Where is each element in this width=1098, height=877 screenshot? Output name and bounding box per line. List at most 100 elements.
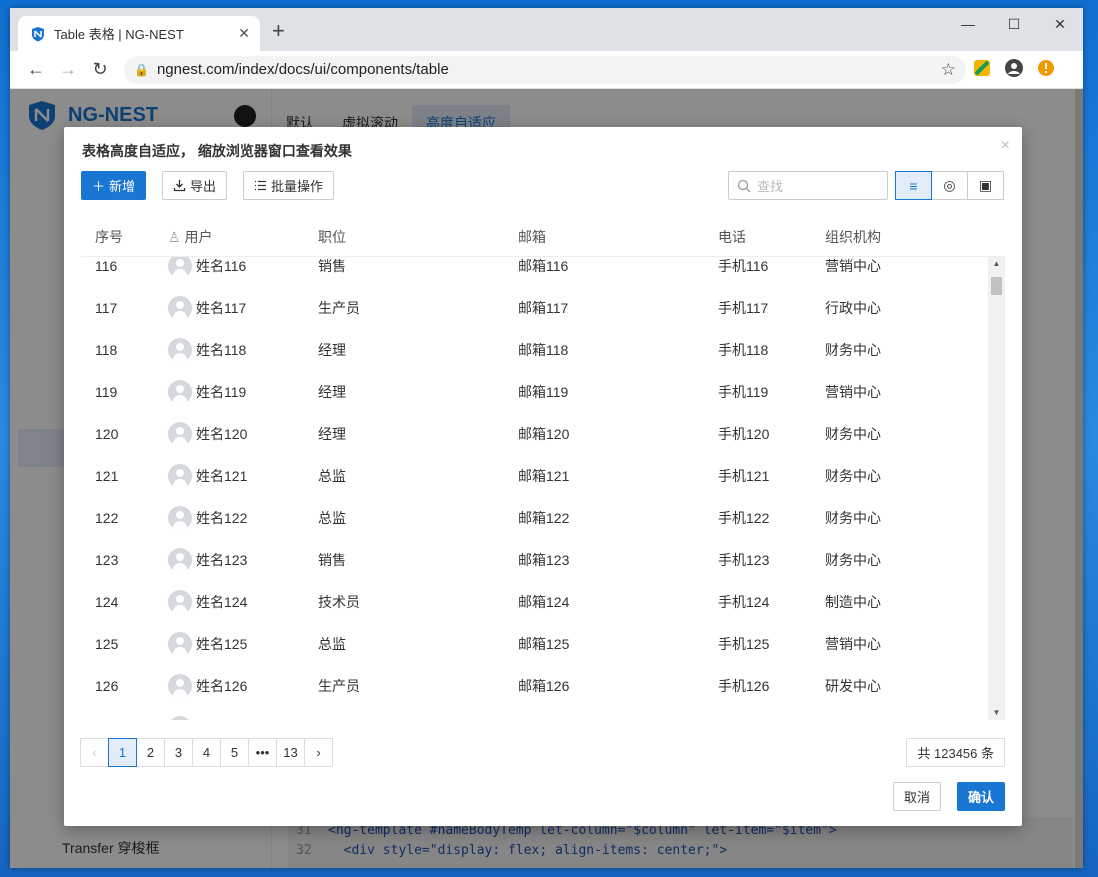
cell-organization: 财务中心: [825, 468, 881, 484]
user-name: 姓名121: [196, 468, 248, 484]
user-name: 姓名123: [196, 552, 248, 568]
cell-user: 姓名123: [168, 548, 318, 572]
cell-organization: 行政中心: [825, 300, 881, 316]
cell-phone: 手机125: [718, 636, 770, 652]
table-body[interactable]: 116 姓名116 销售 邮箱116 手机116 营销中心 117 姓名117 生产员 邮箱117…: [81, 257, 1005, 720]
table-row[interactable]: 120 姓名120 经理 邮箱120 手机120 财务中心: [81, 413, 988, 455]
scroll-thumb[interactable]: [991, 277, 1002, 295]
column-header-user-label: 用户: [184, 228, 213, 245]
user-name: 姓名118: [196, 342, 247, 358]
column-header-index[interactable]: 序号: [81, 227, 168, 247]
page-button[interactable]: 5: [220, 738, 249, 767]
cell-user: 姓名119: [168, 380, 318, 404]
cell-email: 邮箱120: [518, 426, 570, 442]
table-row[interactable]: 119 姓名119 经理 邮箱119 手机119 营销中心: [81, 371, 988, 413]
avatar-icon: [168, 296, 192, 320]
cell-user: 姓名127: [168, 716, 318, 720]
lock-icon: 🔒: [134, 62, 149, 77]
table-row[interactable]: 124 姓名124 技术员 邮箱124 手机124 制造中心: [81, 581, 988, 623]
confirm-button[interactable]: 确认: [956, 782, 1005, 811]
back-icon[interactable]: ←: [20, 59, 52, 80]
forward-icon[interactable]: →: [52, 59, 84, 80]
export-button[interactable]: 导出: [162, 171, 228, 200]
table-row[interactable]: 118 姓名118 经理 邮箱118 手机118 财务中心: [81, 329, 988, 371]
cell-index: 119: [95, 384, 118, 400]
minimize-button[interactable]: —: [945, 14, 991, 34]
table-row[interactable]: 127姓名127销售邮箱127手机127制造中心: [81, 707, 988, 720]
list-view-icon[interactable]: ≡: [895, 171, 932, 200]
table-scrollbar[interactable]: ▲ ▼: [988, 257, 1005, 720]
user-name: 姓名122: [196, 510, 248, 526]
close-window-button[interactable]: ✕: [1037, 14, 1083, 34]
avatar-icon: [168, 632, 192, 656]
cell-index: 118: [95, 342, 118, 358]
table-row[interactable]: 117 姓名117 生产员 邮箱117 手机117 行政中心: [81, 287, 988, 329]
browser-tab[interactable]: Table 表格 | NG-NEST ✕: [18, 16, 260, 51]
export-button-label: 导出: [190, 179, 217, 194]
column-header-email[interactable]: 邮箱: [518, 227, 718, 247]
table-rows: 116 姓名116 销售 邮箱116 手机116 营销中心 117 姓名117 生产员 邮箱117…: [81, 257, 988, 720]
cell-phone: 手机121: [718, 468, 770, 484]
add-button[interactable]: ＋ 新增: [81, 171, 147, 200]
search-input[interactable]: 查找: [728, 171, 888, 200]
cell-user: 姓名117: [168, 296, 318, 320]
cell-user: 姓名120: [168, 422, 318, 446]
page-button[interactable]: 2: [136, 738, 165, 767]
page-button[interactable]: 3: [164, 738, 193, 767]
page-button[interactable]: 4: [192, 738, 221, 767]
cell-index: 122: [95, 510, 119, 526]
cell-index: 126: [95, 678, 119, 694]
cell-user: 姓名124: [168, 590, 318, 614]
cell-position: 销售: [318, 258, 346, 274]
cell-organization: 财务中心: [825, 510, 881, 526]
batch-button-label: 批量操作: [271, 179, 324, 194]
column-header-organization[interactable]: 组织机构: [825, 227, 975, 247]
settings-circle-icon[interactable]: ◎: [931, 171, 968, 200]
page-button[interactable]: 13: [276, 738, 305, 767]
table-row[interactable]: 121 姓名121 总监 邮箱121 手机121 财务中心: [81, 455, 988, 497]
alert-icon[interactable]: [1030, 59, 1062, 80]
address-bar[interactable]: 🔒 ngnest.com/index/docs/ui/components/ta…: [124, 55, 966, 84]
cell-phone: 手机119: [718, 384, 769, 400]
avatar-icon: [168, 716, 192, 720]
batch-operation-button[interactable]: 批量操作: [243, 171, 335, 200]
table-row[interactable]: 116 姓名116 销售 邮箱116 手机116 营销中心: [81, 257, 988, 287]
cell-organization: 营销中心: [825, 258, 881, 274]
modal-close-icon[interactable]: ×: [1001, 137, 1010, 155]
table-row[interactable]: 122 姓名122 总监 邮箱122 手机122 财务中心: [81, 497, 988, 539]
page-button[interactable]: •••: [248, 738, 277, 767]
maximize-button[interactable]: ☐: [991, 14, 1037, 34]
cell-email: 邮箱127: [518, 718, 718, 720]
cell-position: 技术员: [318, 594, 360, 610]
extension-icon[interactable]: [966, 59, 998, 80]
briefcase-icon[interactable]: ▣: [967, 171, 1004, 200]
table-row[interactable]: 123 姓名123 销售 邮箱123 手机123 财务中心: [81, 539, 988, 581]
prev-page-icon[interactable]: ‹: [80, 738, 109, 767]
user-name: 姓名127: [196, 718, 247, 720]
tab-close-icon[interactable]: ✕: [238, 25, 250, 42]
avatar-icon: [168, 422, 192, 446]
cell-phone: 手机122: [718, 510, 770, 526]
column-header-position[interactable]: 职位: [318, 227, 518, 247]
column-header-phone[interactable]: 电话: [718, 227, 825, 247]
browser-toolbar: ← → ↻ 🔒 ngnest.com/index/docs/ui/compone…: [10, 51, 1083, 89]
reload-icon[interactable]: ↻: [84, 59, 116, 80]
cell-email: 邮箱125: [518, 636, 570, 652]
user-name: 姓名124: [196, 594, 248, 610]
cell-organization: 研发中心: [825, 678, 881, 694]
profile-icon[interactable]: [998, 58, 1030, 81]
new-tab-button[interactable]: +: [272, 20, 285, 42]
scroll-up-icon[interactable]: ▲: [988, 257, 1005, 271]
bookmark-star-icon[interactable]: ☆: [941, 60, 956, 80]
table-actions: ＋ 新增 导出 批量操作: [81, 171, 335, 200]
avatar-icon: [168, 548, 192, 572]
table-row[interactable]: 125 姓名125 总监 邮箱125 手机125 营销中心: [81, 623, 988, 665]
table-row[interactable]: 126 姓名126 生产员 邮箱126 手机126 研发中心: [81, 665, 988, 707]
cell-email: 邮箱121: [518, 468, 570, 484]
scroll-down-icon[interactable]: ▼: [988, 706, 1005, 720]
cancel-button[interactable]: 取消: [892, 782, 941, 811]
page-button[interactable]: 1: [108, 738, 137, 767]
column-header-user[interactable]: ♙ 用户: [168, 227, 318, 247]
next-page-icon[interactable]: ›: [304, 738, 333, 767]
cell-phone: 手机123: [718, 552, 770, 568]
